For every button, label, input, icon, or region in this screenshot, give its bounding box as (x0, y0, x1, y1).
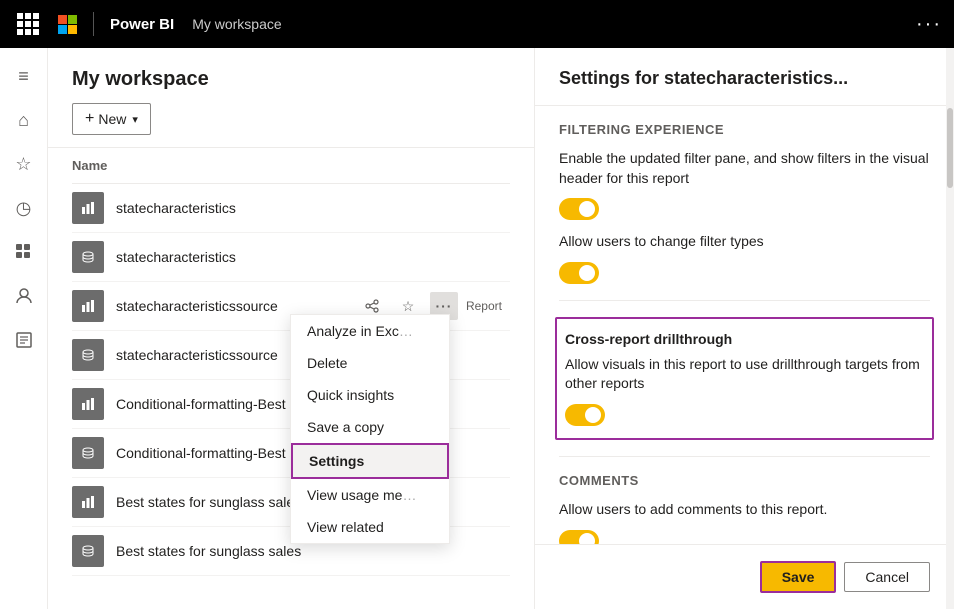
settings-footer: Save Cancel (535, 544, 954, 609)
microsoft-logo (58, 15, 77, 34)
workspace-header: My workspace + New ▾ (48, 48, 534, 148)
save-button[interactable]: Save (760, 561, 837, 593)
new-dropdown-icon: ▾ (132, 113, 138, 126)
filtering-section-title: Filtering experience (559, 122, 930, 137)
chart-icon (72, 192, 104, 224)
db-icon (72, 241, 104, 273)
menu-item-settings[interactable]: Settings (291, 443, 449, 479)
workspace-title: My workspace (72, 68, 510, 91)
comments-section: Comments Allow users to add comments to … (559, 457, 930, 544)
menu-item-view-related[interactable]: View related (291, 511, 449, 543)
table-row: statecharacteristics (72, 184, 510, 233)
chart-icon (72, 388, 104, 420)
sidebar-item-favorites[interactable]: ☆ (4, 144, 44, 184)
nav-divider (93, 12, 94, 36)
table-row: statecharacteristics (72, 233, 510, 282)
settings-header: Settings for statecharacteristics... (535, 48, 954, 106)
table-header: Name (72, 148, 510, 184)
sidebar-collapse-button[interactable]: ≡ (4, 56, 44, 96)
sidebar-item-apps[interactable] (4, 232, 44, 272)
filtering-desc-1: Enable the updated filter pane, and show… (559, 149, 930, 188)
drillthrough-desc: Allow visuals in this report to use dril… (565, 355, 924, 394)
row-name: statecharacteristics (116, 249, 510, 265)
content-table: Name statecharacteristics statecharacter… (48, 148, 534, 576)
filtering-desc-2: Allow users to change filter types (559, 232, 930, 252)
chart-icon (72, 290, 104, 322)
filtering-section: Filtering experience Enable the updated … (559, 106, 930, 301)
menu-item-save-copy[interactable]: Save a copy (291, 411, 449, 443)
scrollbar-thumb[interactable] (947, 108, 953, 188)
scrollbar[interactable] (946, 48, 954, 609)
workspace-name[interactable]: My workspace (192, 16, 281, 32)
menu-item-analyze[interactable]: Analyze in Exc… (291, 315, 449, 347)
filtering-toggle-2[interactable] (559, 262, 599, 284)
left-sidebar: ≡ ⌂ ☆ ◷ (0, 48, 48, 609)
settings-body: Filtering experience Enable the updated … (535, 106, 954, 544)
sidebar-item-shared[interactable] (4, 276, 44, 316)
sidebar-item-home[interactable]: ⌂ (4, 100, 44, 140)
main-content: My workspace + New ▾ Name statecharacter… (48, 48, 534, 609)
row-name: statecharacteristicssource (116, 298, 358, 314)
settings-title: Settings for statecharacteristics... (559, 68, 930, 89)
row-type-badge: Report (458, 297, 510, 315)
row-name: Best states for sunglass sales (116, 543, 510, 559)
db-icon (72, 535, 104, 567)
new-button[interactable]: + New ▾ (72, 103, 151, 135)
comments-desc: Allow users to add comments to this repo… (559, 500, 930, 520)
plus-icon: + (85, 110, 94, 128)
drillthrough-title: Cross-report drillthrough (565, 331, 924, 347)
settings-panel: Settings for statecharacteristics... Fil… (534, 48, 954, 609)
cancel-button[interactable]: Cancel (844, 562, 930, 592)
sidebar-item-learn[interactable] (4, 320, 44, 360)
drillthrough-section: Cross-report drillthrough Allow visuals … (559, 301, 930, 457)
row-name: statecharacteristics (116, 200, 510, 216)
menu-item-delete[interactable]: Delete (291, 347, 449, 379)
drillthrough-toggle[interactable] (565, 404, 605, 426)
top-navigation: Power BI My workspace ··· (0, 0, 954, 48)
context-menu: Analyze in Exc… Delete Quick insights Sa… (290, 314, 450, 544)
menu-item-quick-insights[interactable]: Quick insights (291, 379, 449, 411)
menu-item-view-usage[interactable]: View usage me… (291, 479, 449, 511)
new-button-label: New (98, 111, 126, 127)
comments-section-title: Comments (559, 473, 930, 488)
sidebar-item-recent[interactable]: ◷ (4, 188, 44, 228)
waffle-menu-icon[interactable] (12, 8, 44, 40)
drillthrough-highlight: Cross-report drillthrough Allow visuals … (555, 317, 934, 440)
column-name: Name (72, 158, 510, 173)
comments-toggle[interactable] (559, 530, 599, 544)
table-row: statecharacteristicssource ☆ ··· Report … (72, 282, 510, 331)
db-icon (72, 437, 104, 469)
chart-icon (72, 486, 104, 518)
app-name: Power BI (110, 16, 174, 33)
filtering-toggle-1[interactable] (559, 198, 599, 220)
db-icon (72, 339, 104, 371)
more-options-icon[interactable]: ··· (916, 13, 942, 36)
